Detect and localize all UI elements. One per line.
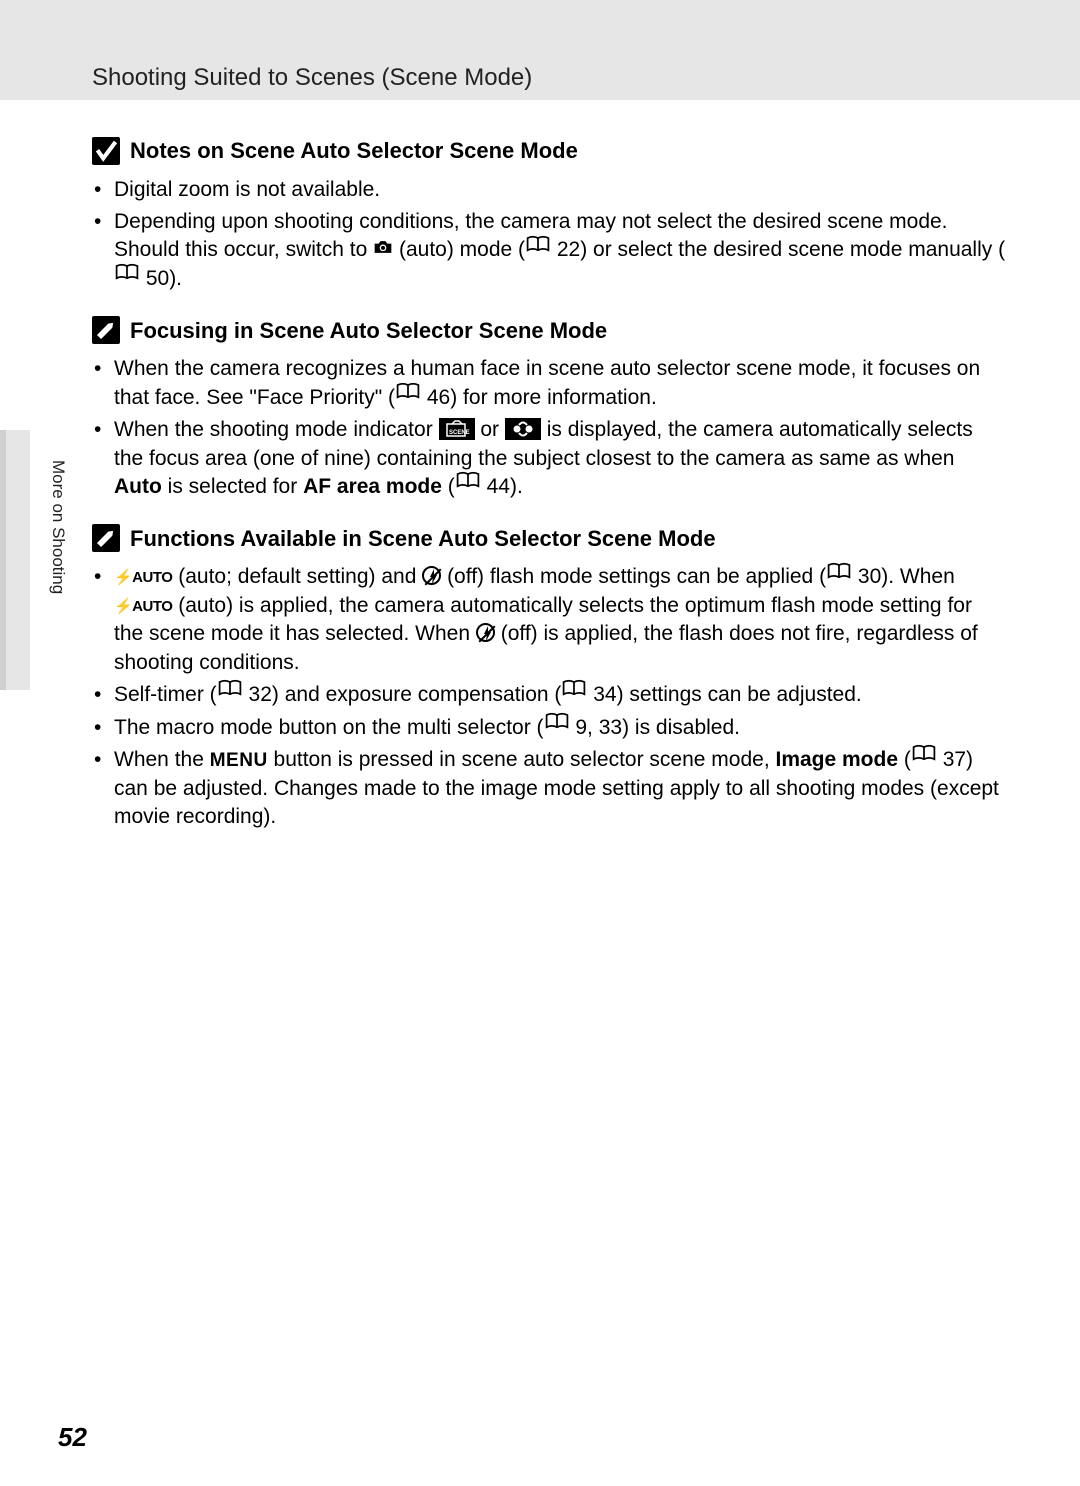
list-item: Depending upon shooting conditions, the … [92, 208, 1006, 294]
section-heading-focus: Focusing in Scene Auto Selector Scene Mo… [92, 316, 1006, 346]
content-body: Notes on Scene Auto Selector Scene Mode … [92, 122, 1006, 836]
flash-off-icon [476, 623, 495, 642]
text: 34) settings can be adjusted. [587, 683, 861, 706]
bold-text: AF area mode [303, 475, 442, 498]
text: (auto; default setting) and [172, 565, 422, 588]
text: Digital zoom is not available. [114, 178, 380, 201]
text: When the shooting mode indicator [114, 418, 439, 441]
text: 46) for more information. [421, 386, 657, 409]
page-ref-icon [114, 263, 140, 291]
page-number: 52 [58, 1420, 87, 1455]
text: 22) or select the desired scene mode man… [551, 238, 1005, 261]
page-ref-icon [911, 744, 937, 772]
text: ( [898, 748, 911, 771]
text: 50). [140, 267, 182, 290]
text: 44). [481, 475, 523, 498]
alert-check-icon [92, 137, 120, 165]
text: 9, 33) is disabled. [570, 716, 740, 739]
page-ref-icon [561, 679, 587, 707]
list-item: When the camera recognizes a human face … [92, 355, 1006, 412]
flash-auto-icon: ⚡AUTO [114, 569, 172, 586]
flash-off-icon [422, 566, 441, 585]
page-ref-icon [395, 382, 421, 410]
functions-list: ⚡AUTO (auto; default setting) and (off) … [92, 563, 1006, 831]
text: button is pressed in scene auto selector… [268, 748, 776, 771]
notes-list: Digital zoom is not available. Depending… [92, 176, 1006, 294]
section-heading-functions: Functions Available in Scene Auto Select… [92, 524, 1006, 554]
text: Self-timer ( [114, 683, 217, 706]
flash-auto-icon: ⚡AUTO [114, 598, 172, 615]
text: ( [442, 475, 455, 498]
text: 32) and exposure compensation ( [243, 683, 562, 706]
text: is selected for [162, 475, 303, 498]
text: (auto) mode ( [393, 238, 525, 261]
page-title: Shooting Suited to Scenes (Scene Mode) [92, 62, 532, 94]
text: or [475, 418, 505, 441]
list-item: Digital zoom is not available. [92, 176, 1006, 204]
list-item: The macro mode button on the multi selec… [92, 714, 1006, 743]
text: 30). When [852, 565, 955, 588]
text: The macro mode button on the multi selec… [114, 716, 544, 739]
bold-text: Auto [114, 475, 162, 498]
page-ref-icon [544, 712, 570, 740]
list-item: ⚡AUTO (auto; default setting) and (off) … [92, 563, 1006, 677]
section-tab-label: More on Shooting [46, 460, 69, 594]
note-pencil-icon [92, 524, 120, 552]
page-ref-icon [525, 235, 551, 263]
note-pencil-icon [92, 316, 120, 344]
camera-icon [373, 235, 393, 263]
list-item: When the MENU button is pressed in scene… [92, 746, 1006, 831]
section-heading-notes: Notes on Scene Auto Selector Scene Mode [92, 136, 1006, 166]
page-ref-icon [826, 562, 852, 590]
page-ref-icon [455, 471, 481, 499]
section-tab-marker [0, 430, 30, 690]
scene-mode-tile-icon: SCENE [439, 418, 475, 440]
list-item: When the shooting mode indicator SCENE o… [92, 416, 1006, 501]
menu-button-label: MENU [210, 750, 268, 771]
section-title: Focusing in Scene Auto Selector Scene Mo… [130, 316, 607, 346]
bold-text: Image mode [775, 748, 898, 771]
section-title: Functions Available in Scene Auto Select… [130, 524, 716, 554]
page-ref-icon [217, 679, 243, 707]
svg-text:SCENE: SCENE [449, 430, 470, 436]
focus-list: When the camera recognizes a human face … [92, 355, 1006, 501]
section-title: Notes on Scene Auto Selector Scene Mode [130, 136, 578, 166]
text: (off) flash mode settings can be applied… [441, 565, 826, 588]
list-item: Self-timer ( 32) and exposure compensati… [92, 681, 1006, 710]
text: When the [114, 748, 210, 771]
closeup-mode-tile-icon [505, 418, 541, 440]
